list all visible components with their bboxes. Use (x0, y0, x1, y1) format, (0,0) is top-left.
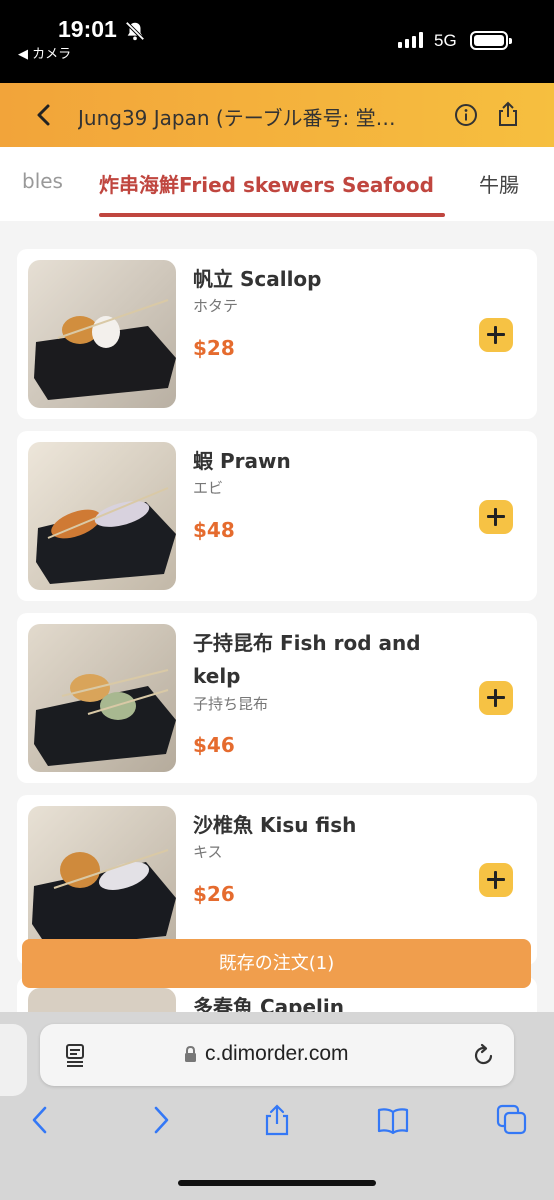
info-icon[interactable] (454, 103, 478, 127)
back-icon[interactable] (30, 101, 58, 129)
status-time: 19:01 (58, 16, 117, 42)
back-to-app-link[interactable]: ◀ カメラ (18, 43, 71, 62)
home-indicator (178, 1180, 376, 1186)
browser-toolbar: c.dimorder.com (0, 1012, 554, 1200)
forward-arrow-icon[interactable] (144, 1104, 176, 1136)
signal-icon (398, 32, 423, 48)
add-to-cart-button[interactable] (479, 318, 513, 352)
item-price: $48 (193, 518, 235, 542)
lock-icon (185, 1046, 196, 1062)
existing-order-button[interactable]: 既存の注文(1) (22, 939, 531, 988)
network-type: 5G (434, 31, 457, 50)
category-tabs: bles 炸串海鮮Fried skewers Seafood 牛腸 (0, 147, 554, 221)
item-price: $26 (193, 882, 235, 906)
back-arrow-icon[interactable] (25, 1104, 57, 1136)
add-to-cart-button[interactable] (479, 500, 513, 534)
tabs-icon[interactable] (496, 1104, 528, 1136)
app-header: Jung39 Japan (テーブル番号: 堂… (0, 83, 554, 147)
tab-previous[interactable]: bles (22, 169, 63, 193)
item-name: 沙椎魚 Kisu fish (193, 813, 357, 837)
item-name: 子持昆布 Fish rod and kelp (193, 631, 421, 688)
menu-item-prawn[interactable]: 蝦 Prawn エビ $48 (17, 431, 537, 601)
tab-seafood[interactable]: 炸串海鮮Fried skewers Seafood (99, 169, 434, 198)
tab-next[interactable]: 牛腸 (479, 169, 519, 198)
item-name: 蝦 Prawn (193, 449, 291, 473)
item-price: $46 (193, 733, 235, 757)
item-japanese-name: ホタテ (193, 297, 239, 315)
status-bar: 19:01 ◀ カメラ 5G (0, 0, 554, 83)
item-photo (28, 442, 176, 590)
share-icon[interactable] (496, 101, 520, 127)
address-bar[interactable]: c.dimorder.com (40, 1024, 514, 1086)
active-tab-indicator (99, 213, 445, 217)
previous-tab-preview[interactable] (0, 1024, 27, 1096)
item-japanese-name: 子持ち昆布 (193, 695, 269, 713)
menu-item-fish-rod-kelp[interactable]: 子持昆布 Fish rod and kelp 子持ち昆布 $46 (17, 613, 537, 783)
add-to-cart-button[interactable] (479, 681, 513, 715)
menu-item-scallop[interactable]: 帆立 Scallop ホタテ $28 (17, 249, 537, 419)
item-japanese-name: キス (193, 843, 223, 861)
item-japanese-name: エビ (193, 479, 224, 497)
share-icon[interactable] (261, 1104, 293, 1136)
item-name: 帆立 Scallop (193, 267, 322, 291)
reader-icon[interactable] (64, 1043, 86, 1067)
add-to-cart-button[interactable] (479, 863, 513, 897)
bookmarks-icon[interactable] (377, 1104, 409, 1136)
page-title: Jung39 Japan (テーブル番号: 堂… (78, 106, 396, 130)
item-photo (28, 260, 176, 408)
battery-icon (470, 31, 512, 50)
item-photo (28, 624, 176, 772)
reload-icon[interactable] (472, 1043, 496, 1067)
item-photo (28, 806, 176, 954)
bell-slash-icon (125, 21, 145, 41)
item-price: $28 (193, 336, 235, 360)
url-text[interactable]: c.dimorder.com (205, 1042, 349, 1066)
